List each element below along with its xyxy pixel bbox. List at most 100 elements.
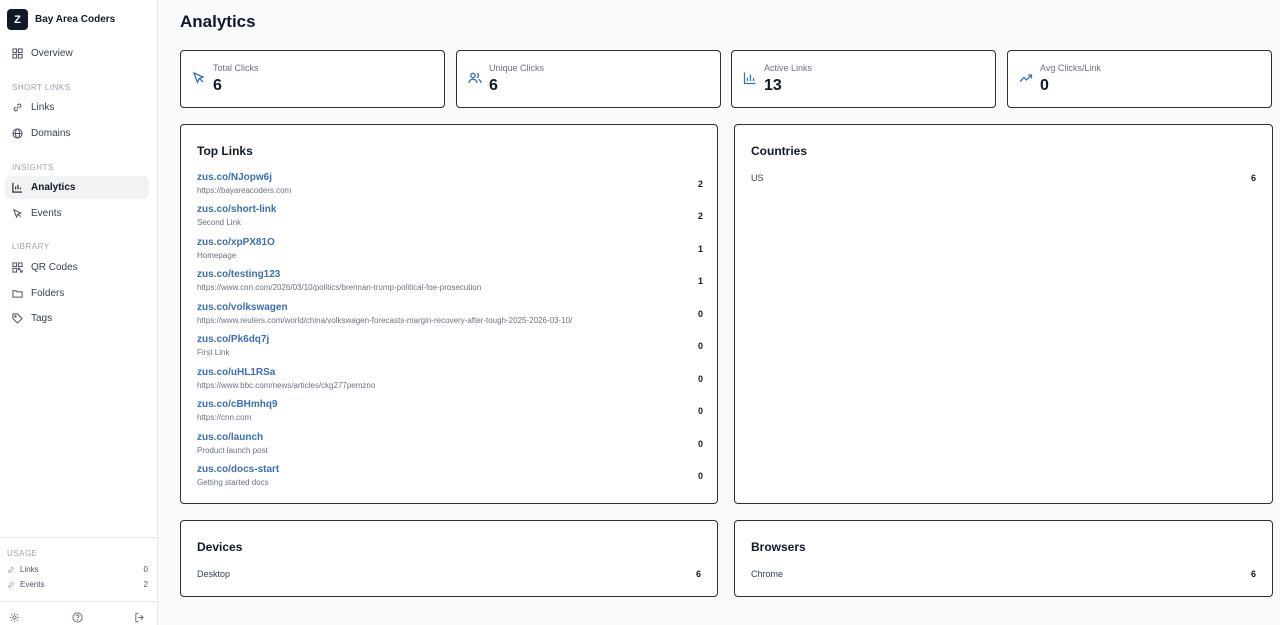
stat-card-active-links: Active Links 13 (731, 50, 996, 108)
link-destination: Homepage (197, 251, 237, 260)
stat-value: 6 (489, 77, 498, 94)
brand[interactable]: Z Bay Area Coders (7, 9, 115, 30)
sidebar-item-label: Folders (31, 288, 65, 299)
link-count: 0 (697, 471, 703, 481)
stat-label: Unique Clicks (489, 63, 545, 73)
link-count: 0 (697, 374, 703, 384)
browsers-panel: Browsers Chrome 6 (734, 520, 1273, 597)
logout-icon[interactable] (134, 612, 145, 623)
sidebar-item-label: QR Codes (31, 262, 78, 273)
grid-icon (12, 48, 23, 59)
country-label: US (751, 173, 764, 183)
link-icon (13, 103, 22, 112)
link-destination: https://www.cnn.com/2026/03/10/politics/… (197, 283, 482, 292)
gear-icon[interactable] (9, 612, 20, 623)
device-count: 6 (695, 569, 701, 579)
short-link[interactable]: zus.co/testing123 (197, 269, 280, 280)
short-link[interactable]: zus.co/cBHmhq9 (197, 399, 278, 410)
stat-value: 0 (1040, 77, 1049, 94)
sidebar-item-overview[interactable]: Overview (5, 42, 149, 65)
link-count: 0 (697, 406, 703, 416)
link-count: 0 (697, 341, 703, 351)
sidebar-item-label: Events (31, 208, 62, 219)
cursor-icon (192, 71, 205, 85)
link-count: 0 (697, 309, 703, 319)
short-link[interactable]: zus.co/NJopw6j (197, 172, 272, 183)
tag-icon (12, 313, 23, 324)
short-link[interactable]: zus.co/short-link (197, 204, 276, 215)
list-item: zus.co/testing123 https://www.cnn.com/20… (197, 269, 703, 299)
short-link[interactable]: zus.co/volkswagen (197, 302, 288, 313)
panel-title: Top Links (197, 144, 253, 158)
qr-code-icon (12, 262, 23, 273)
link-icon (8, 581, 14, 588)
divider (0, 601, 157, 602)
sidebar-item-label: Tags (31, 313, 53, 324)
link-destination: Product launch post (197, 446, 268, 455)
list-item: zus.co/NJopw6j https://bayareacoders.com… (197, 172, 703, 202)
page-title: Analytics (180, 12, 256, 31)
short-link[interactable]: zus.co/docs-start (197, 464, 279, 475)
link-count: 0 (697, 439, 703, 449)
sidebar-item-links[interactable]: Links (5, 96, 149, 119)
link-destination: Second Link (197, 218, 242, 227)
browser-label: Chrome (751, 569, 784, 579)
short-link[interactable]: zus.co/xpPX81O (197, 237, 275, 248)
list-item: zus.co/cBHmhq9 https://cnn.com 0 (197, 399, 703, 429)
list-item: zus.co/xpPX81O Homepage 1 (197, 237, 703, 267)
link-destination: https://www.bbc.com/news/articles/ckg277… (197, 381, 376, 390)
section-label-short-links: SHORT LINKS (12, 83, 71, 92)
country-count: 6 (1250, 173, 1256, 183)
short-link[interactable]: zus.co/Pk6dq7j (197, 334, 269, 345)
users-icon (468, 72, 482, 84)
short-link[interactable]: zus.co/uHL1RSa (197, 367, 275, 378)
link-destination: First Link (197, 348, 230, 357)
sidebar: Z Bay Area Coders Overview SHORT LINKS L… (0, 0, 158, 625)
usage-row-label: Links (20, 565, 39, 574)
sidebar-item-qr-codes[interactable]: QR Codes (5, 256, 149, 279)
bar-chart-icon (743, 72, 756, 85)
bar-chart-icon (12, 182, 23, 193)
help-icon[interactable] (72, 612, 83, 623)
usage-row-links: Links 0 (7, 565, 148, 574)
panel-title: Browsers (751, 540, 806, 554)
usage-row-events: Events 2 (7, 580, 148, 589)
sidebar-item-label: Analytics (31, 182, 76, 193)
panel-title: Devices (197, 540, 243, 554)
sidebar-item-label: Domains (31, 128, 71, 139)
top-links-panel: Top Links zus.co/NJopw6j https://bayarea… (180, 124, 718, 504)
stat-value: 6 (213, 77, 222, 94)
divider (0, 537, 157, 538)
sidebar-item-label: Overview (31, 48, 73, 59)
folder-icon (12, 290, 23, 298)
cursor-icon (12, 208, 23, 219)
link-count: 1 (697, 276, 703, 286)
brand-name: Bay Area Coders (35, 14, 116, 25)
stat-value: 13 (764, 77, 782, 94)
list-item: zus.co/uHL1RSa https://www.bbc.com/news/… (197, 367, 703, 397)
stat-card-unique-clicks: Unique Clicks 6 (456, 50, 721, 108)
sidebar-item-domains[interactable]: Domains (5, 122, 149, 145)
sidebar-item-analytics[interactable]: Analytics (5, 176, 149, 199)
stat-card-total-clicks: Total Clicks 6 (180, 50, 445, 108)
sidebar-item-tags[interactable]: Tags (5, 307, 149, 330)
list-item: zus.co/Pk6dq7j First Link 0 (197, 334, 703, 364)
link-count: 2 (697, 179, 703, 189)
brand-logo: Z (7, 9, 28, 30)
link-destination: https://bayareacoders.com (197, 186, 292, 195)
list-item: zus.co/short-link Second Link 2 (197, 204, 703, 234)
short-link[interactable]: zus.co/launch (197, 432, 263, 443)
browser-count: 6 (1250, 569, 1256, 579)
list-item: zus.co/volkswagen https://www.reuters.co… (197, 302, 703, 332)
link-destination: https://www.reuters.com/world/china/volk… (197, 316, 573, 325)
list-item: zus.co/docs-start Getting started docs 0 (197, 464, 703, 494)
sidebar-item-label: Links (31, 102, 55, 113)
devices-panel: Devices Desktop 6 (180, 520, 718, 597)
usage-row-value: 0 (143, 565, 148, 574)
sidebar-item-folders[interactable]: Folders (5, 282, 149, 305)
trending-up-icon (1019, 74, 1033, 82)
sidebar-item-events[interactable]: Events (5, 202, 149, 225)
list-item: zus.co/launch Product launch post 0 (197, 432, 703, 462)
link-count: 2 (697, 211, 703, 221)
usage-label: USAGE (7, 549, 38, 558)
